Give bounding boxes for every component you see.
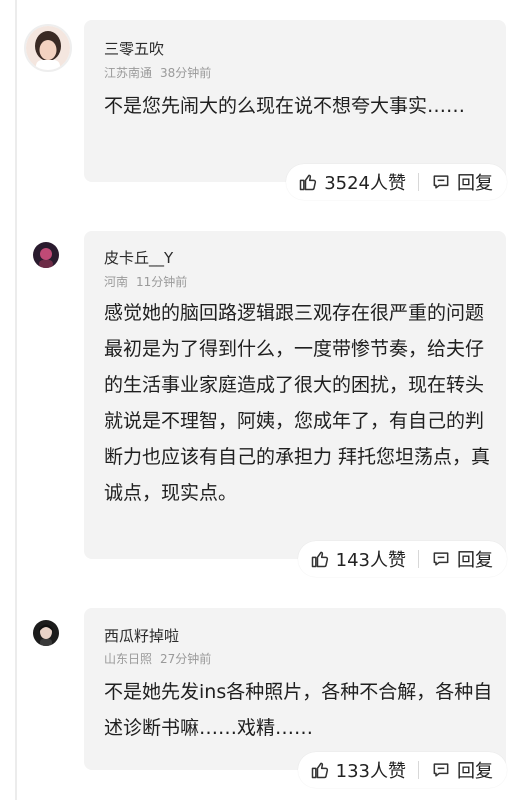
reply-label: 回复 bbox=[457, 173, 493, 194]
comment-time: 38分钟前 bbox=[160, 66, 212, 80]
comment-icon bbox=[433, 763, 449, 777]
comment-meta: 河南 11分钟前 bbox=[104, 273, 187, 290]
comment-author[interactable]: 三零五吹 bbox=[104, 38, 164, 59]
comment-time: 27分钟前 bbox=[160, 652, 212, 666]
reply-button[interactable]: 回复 bbox=[431, 546, 493, 572]
thread-line bbox=[15, 0, 17, 800]
thumbs-up-icon bbox=[311, 551, 328, 568]
reply-label: 回复 bbox=[457, 761, 493, 782]
like-button[interactable]: 3524人赞 bbox=[298, 169, 406, 195]
comment-author[interactable]: 皮卡丘__Y bbox=[104, 247, 173, 268]
like-button[interactable]: 133人赞 bbox=[310, 757, 406, 783]
thumbs-up-icon bbox=[299, 174, 317, 191]
like-count: 133人赞 bbox=[335, 761, 406, 782]
reply-label: 回复 bbox=[457, 550, 493, 571]
comment-meta: 山东日照 27分钟前 bbox=[104, 650, 211, 667]
divider bbox=[418, 173, 419, 191]
like-button[interactable]: 143人赞 bbox=[310, 546, 406, 572]
comment-location: 河南 bbox=[104, 275, 129, 289]
comment-location: 山东日照 bbox=[104, 652, 153, 666]
comment-meta: 江苏南通 38分钟前 bbox=[104, 64, 211, 81]
comment-author[interactable]: 西瓜籽掉啦 bbox=[104, 625, 179, 646]
avatar[interactable] bbox=[33, 242, 59, 268]
comment-icon bbox=[433, 175, 449, 189]
comment-icon bbox=[433, 552, 449, 566]
divider bbox=[418, 550, 419, 568]
comment-text: 不是您先闹大的么现在说不想夸大事实…… bbox=[104, 95, 466, 117]
comment-text: 感觉她的脑回路逻辑跟三观存在很严重的问题 最初是为了得到什么，一度带惨节奏，给夫… bbox=[104, 302, 491, 504]
like-count: 143人赞 bbox=[335, 550, 406, 571]
comment-text: 不是她先发ins各种照片，各种不合解，各种自述诊断书嘛……戏精…… bbox=[104, 681, 493, 739]
comment-bubble: 西瓜籽掉啦 山东日照 27分钟前 不是她先发ins各种照片，各种不合解，各种自述诊… bbox=[84, 608, 506, 770]
comment-actions: 133人赞 回复 bbox=[297, 752, 507, 788]
comment-actions: 3524人赞 回复 bbox=[286, 164, 507, 200]
divider bbox=[418, 761, 419, 779]
comment-bubble: 皮卡丘__Y 河南 11分钟前 感觉她的脑回路逻辑跟三观存在很严重的问题 最初是为… bbox=[84, 231, 506, 559]
reply-button[interactable]: 回复 bbox=[431, 757, 493, 783]
comment-actions: 143人赞 回复 bbox=[297, 541, 507, 577]
avatar[interactable] bbox=[33, 620, 59, 646]
reply-button[interactable]: 回复 bbox=[431, 169, 493, 195]
comment-bubble: 三零五吹 江苏南通 38分钟前 不是您先闹大的么现在说不想夸大事实…… bbox=[84, 20, 506, 182]
comment-time: 11分钟前 bbox=[136, 275, 188, 289]
comment-location: 江苏南通 bbox=[104, 66, 153, 80]
avatar[interactable] bbox=[24, 24, 72, 72]
thumbs-up-icon bbox=[311, 762, 328, 779]
like-count: 3524人赞 bbox=[324, 173, 406, 194]
